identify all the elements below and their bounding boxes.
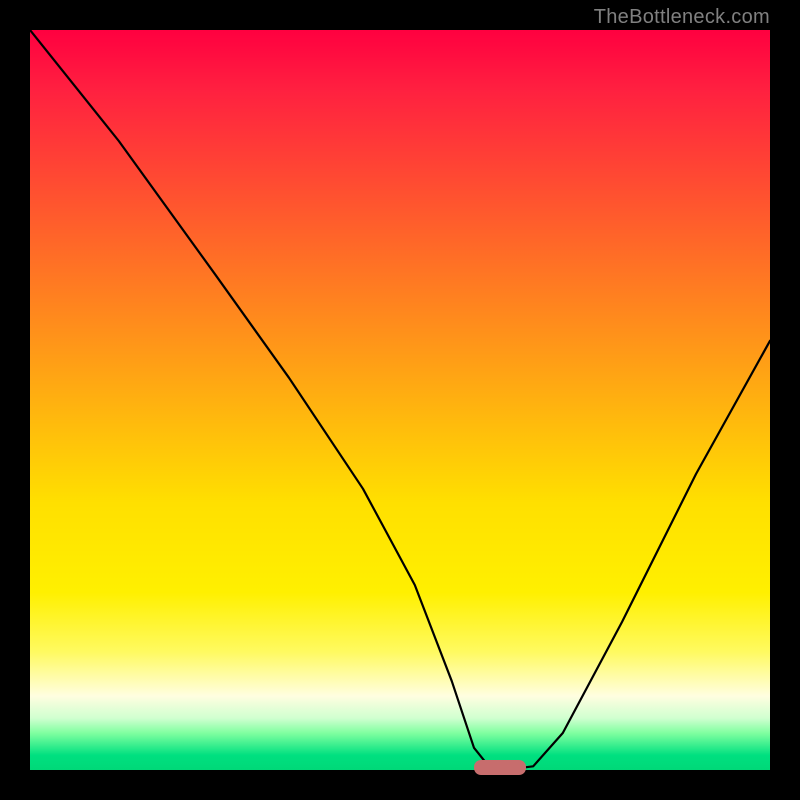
plot-area	[30, 30, 770, 770]
bottleneck-curve	[30, 30, 770, 770]
watermark-text: TheBottleneck.com	[594, 6, 770, 29]
chart-container: TheBottleneck.com	[0, 0, 800, 800]
optimal-marker	[474, 760, 526, 775]
